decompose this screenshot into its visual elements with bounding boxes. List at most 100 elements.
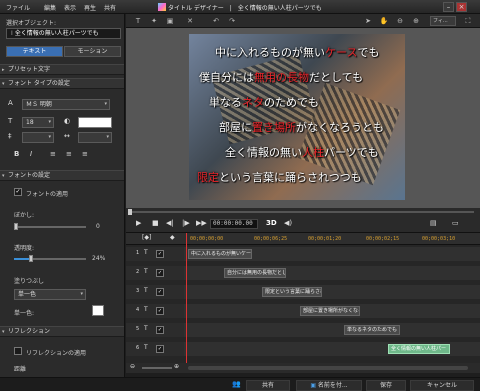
text-clip[interactable]: 限定という言葉に踊らされ: [262, 287, 322, 297]
italic-icon[interactable]: I: [30, 150, 32, 159]
fast-forward-icon[interactable]: ▶▶: [196, 219, 207, 227]
close-icon[interactable]: ×: [456, 2, 467, 12]
selected-object-field[interactable]: I 全く情報の無い人柱パーツでも: [6, 28, 121, 39]
text-clip[interactable]: 部屋に置き場所がなくなろ: [300, 306, 360, 316]
zoom-in-icon[interactable]: ⊕: [410, 16, 422, 26]
select-tool-icon[interactable]: ➤: [362, 16, 374, 26]
track-visible-checkbox[interactable]: ✓: [156, 307, 164, 315]
tab-text[interactable]: テキスト: [6, 46, 63, 57]
line-spacing-select[interactable]: ▾: [22, 132, 54, 143]
font-type-section-header[interactable]: ▾ フォント タイプの設定: [0, 78, 124, 89]
track-lane[interactable]: 部屋に置き場所がなくなろ: [184, 304, 480, 318]
timecode-display[interactable]: 00:00:00.00: [210, 219, 258, 229]
lyric-line[interactable]: 単なるネタのためでも: [209, 94, 319, 110]
font-color-swatch[interactable]: [78, 117, 112, 128]
track-lane[interactable]: 全く情報の無い人柱パー: [184, 342, 480, 356]
track-lane[interactable]: 単なるネタのためでも: [184, 323, 480, 337]
font-size-select[interactable]: 18 ▾: [22, 117, 54, 128]
maximize-preview-icon[interactable]: ⛶: [462, 16, 474, 26]
stop-icon[interactable]: ■: [152, 219, 159, 227]
reflection-apply-checkbox[interactable]: [14, 347, 22, 355]
zoom-out-icon[interactable]: ⊖: [394, 16, 406, 26]
save-as-button[interactable]: ▣ 名前を付...: [296, 380, 362, 391]
track-visible-checkbox[interactable]: ✓: [156, 269, 164, 277]
blur-slider-knob[interactable]: [14, 223, 18, 230]
lyric-line[interactable]: 全く情報の無い人柱パーツでも: [225, 144, 379, 160]
text-clip[interactable]: 単なるネタのためでも: [344, 325, 400, 335]
track-lane[interactable]: 自分には無用の長物だとし: [184, 266, 480, 280]
track-visible-checkbox[interactable]: ✓: [156, 288, 164, 296]
opacity-slider-knob[interactable]: [29, 255, 34, 262]
layout-icon[interactable]: ▤: [430, 219, 437, 227]
font-settings-section-header[interactable]: ▾ フォントの設定: [0, 170, 124, 181]
lyric-line[interactable]: 僕自分には無用の長物だとしても: [199, 69, 363, 85]
font-name-select[interactable]: ＭＳ 明朝 ▾: [22, 99, 110, 110]
timeline-track[interactable]: 3 T ✓ 限定という言葉に踊らされ: [126, 285, 480, 299]
add-particle-icon[interactable]: ✦: [148, 16, 160, 26]
timeline-track[interactable]: 4 T ✓ 部屋に置き場所がなくなろ: [126, 304, 480, 318]
text-clip[interactable]: 全く情報の無い人柱パー: [388, 344, 450, 354]
add-image-icon[interactable]: ▣: [164, 16, 176, 26]
text-clip[interactable]: 中に入れるものが無いケー: [188, 249, 252, 259]
title-canvas[interactable]: 中に入れるものが無いケースでも僕自分には無用の長物だとしても単なるネタのためでも…: [189, 34, 405, 200]
lyric-line[interactable]: 中に入れるものが無いケースでも: [215, 44, 379, 60]
playhead[interactable]: [186, 233, 187, 373]
bold-icon[interactable]: B: [14, 150, 19, 159]
blur-slider[interactable]: [14, 226, 86, 228]
volume-icon[interactable]: ◀): [284, 219, 292, 227]
timeline-track[interactable]: 5 T ✓ 単なるネタのためでも: [126, 323, 480, 337]
menu-view[interactable]: 表示: [64, 3, 76, 12]
scrub-bar[interactable]: [126, 208, 480, 216]
display-icon[interactable]: ▭: [452, 219, 459, 227]
track-visible-checkbox[interactable]: ✓: [156, 345, 164, 353]
cancel-button[interactable]: キャンセル: [410, 380, 474, 391]
fill-select[interactable]: 単一色 ▾: [14, 289, 86, 300]
zoom-in-timeline-icon[interactable]: ⊕: [174, 363, 179, 370]
track-visible-checkbox[interactable]: ✓: [156, 326, 164, 334]
lyric-segment: という言葉に踊らされつつも: [219, 171, 362, 184]
zoom-out-timeline-icon[interactable]: ⊖: [130, 363, 135, 370]
scrub-knob[interactable]: [128, 209, 132, 215]
marker-icon[interactable]: ◆: [170, 234, 175, 241]
char-spacing-select[interactable]: ▾: [78, 132, 112, 143]
redo-icon[interactable]: ↷: [226, 16, 238, 26]
track-number: 1: [136, 250, 140, 256]
text-clip[interactable]: 自分には無用の長物だとし: [224, 268, 286, 278]
timeline-track[interactable]: 6 T ✓ 全く情報の無い人柱パー: [126, 342, 480, 356]
timeline-track[interactable]: 2 T ✓ 自分には無用の長物だとし: [126, 266, 480, 280]
hand-tool-icon[interactable]: ✋: [378, 16, 390, 26]
lyric-line[interactable]: 限定という言葉に踊らされつつも: [197, 169, 362, 185]
single-color-swatch[interactable]: [92, 305, 104, 316]
tab-motion[interactable]: モーション: [64, 46, 121, 57]
delete-icon[interactable]: ✕: [184, 16, 196, 26]
3d-mode-button[interactable]: 3D: [266, 219, 277, 227]
timeline-ruler[interactable]: [◆] ◆ 00;00;00;00 00;00;06;25 00;00;01;2…: [126, 233, 480, 245]
align-left-icon[interactable]: ≡: [50, 150, 56, 159]
undo-icon[interactable]: ↶: [210, 16, 222, 26]
play-icon[interactable]: ▶: [136, 219, 141, 227]
track-toggle-icon[interactable]: [◆]: [142, 234, 151, 241]
minimize-icon[interactable]: –: [443, 2, 454, 12]
track-lane[interactable]: 限定という言葉に踊らされ: [184, 285, 480, 299]
align-right-icon[interactable]: ≡: [82, 150, 88, 159]
menu-file[interactable]: ファイル: [6, 3, 30, 12]
zoom-select[interactable]: フィ...: [430, 16, 456, 26]
font-apply-checkbox[interactable]: ✓: [14, 188, 22, 196]
preset-section-header[interactable]: ▸ プリセット文字: [0, 64, 124, 75]
menu-play[interactable]: 再生: [84, 3, 96, 12]
next-frame-icon[interactable]: |▶: [182, 219, 190, 227]
prev-frame-icon[interactable]: ◀|: [166, 219, 174, 227]
lyric-line[interactable]: 部屋に置き場所がなくなろうとも: [219, 119, 384, 135]
align-center-icon[interactable]: ≡: [66, 150, 72, 159]
track-lane[interactable]: 中に入れるものが無いケー: [184, 247, 480, 261]
reflection-section-header[interactable]: ▾ リフレクション: [0, 326, 124, 337]
menu-share[interactable]: 共有: [104, 3, 116, 12]
save-button[interactable]: 保存: [366, 380, 406, 391]
timeline-zoom-slider[interactable]: [142, 367, 172, 369]
track-visible-checkbox[interactable]: ✓: [156, 250, 164, 258]
timeline-scrollbar[interactable]: [188, 366, 468, 370]
share-button[interactable]: 共有: [246, 380, 290, 391]
timeline-track[interactable]: 1 T ✓ 中に入れるものが無いケー: [126, 247, 480, 261]
add-title-icon[interactable]: T: [132, 16, 144, 26]
menu-edit[interactable]: 編集: [44, 3, 56, 12]
